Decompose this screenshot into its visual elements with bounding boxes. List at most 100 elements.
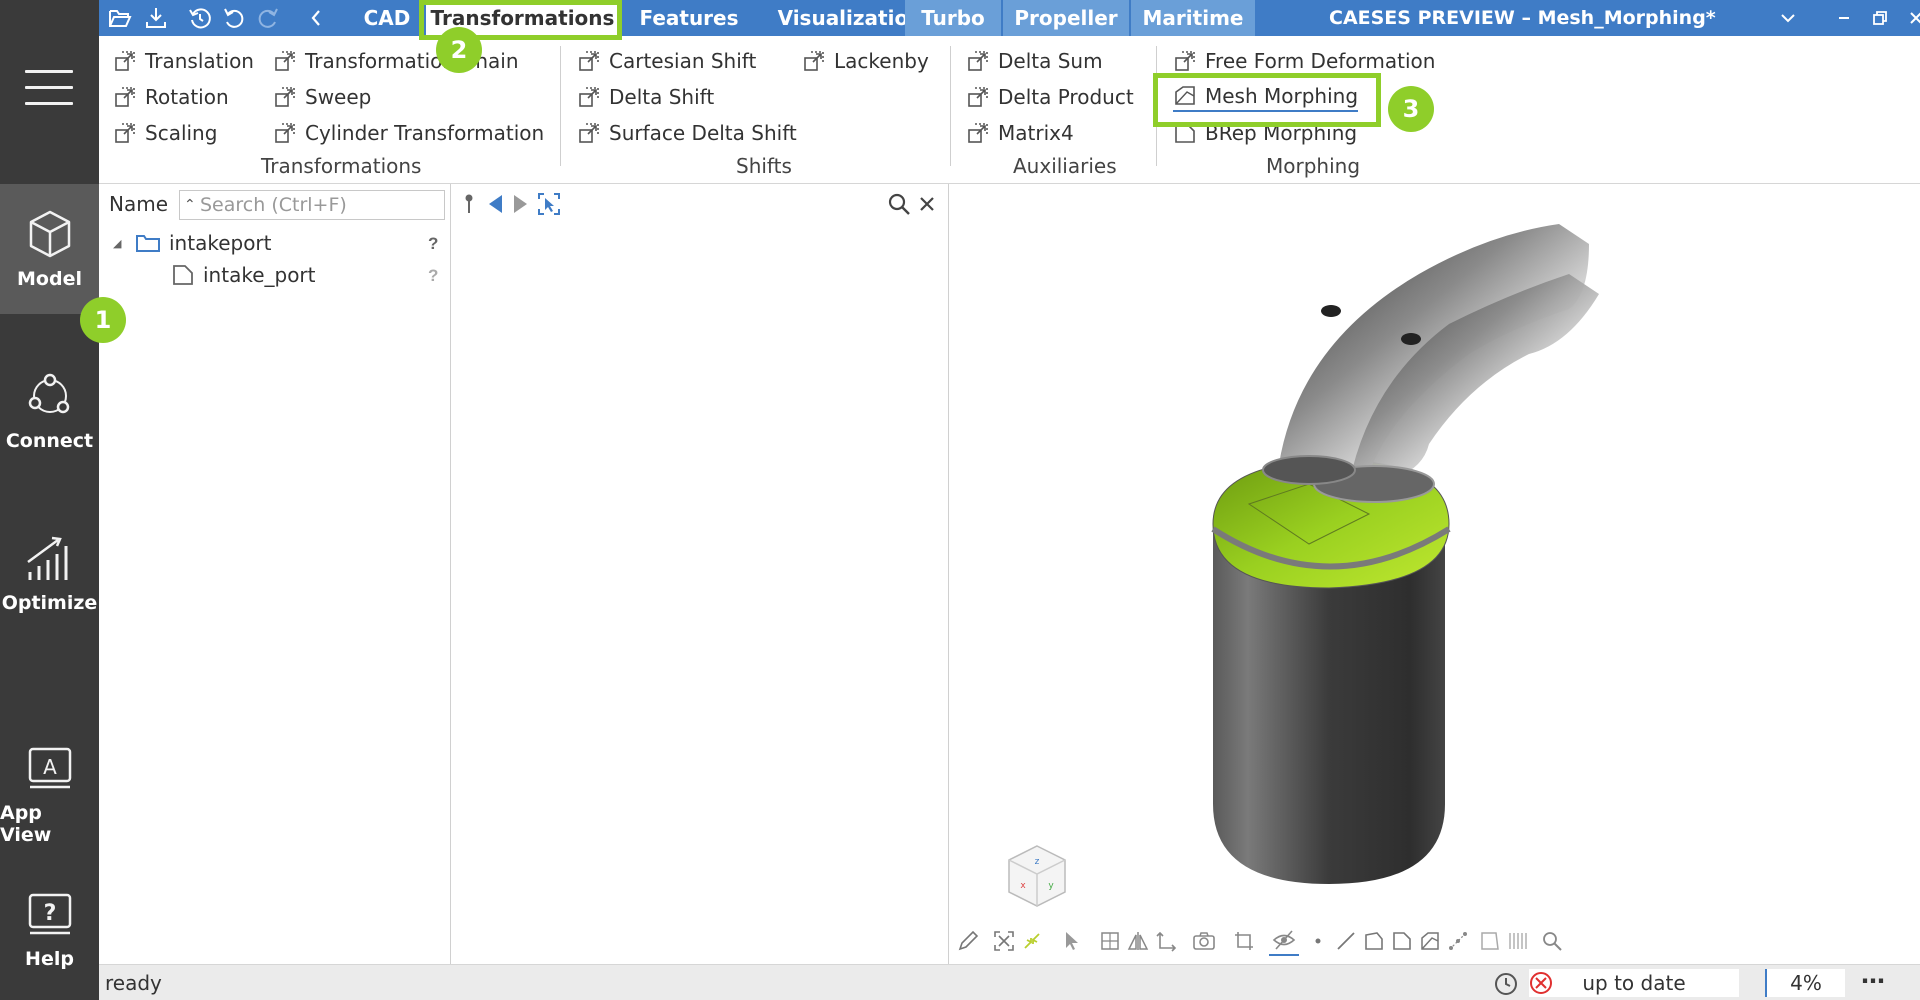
tab-features[interactable]: Features [623,0,755,36]
redo-icon[interactable] [255,5,281,31]
more-options-icon[interactable]: ⋯ [1861,967,1885,996]
chart-bars-icon [24,532,76,584]
tab-propeller[interactable]: Propeller [1003,0,1129,36]
translation-button[interactable]: Translation [113,46,254,76]
surface-delta-shift-button[interactable]: Surface Delta Shift [577,118,797,148]
pin-icon[interactable] [455,190,483,218]
lines-icon[interactable] [1503,926,1533,956]
back-arrow-icon[interactable] [481,190,509,218]
open-folder-icon[interactable] [107,5,133,31]
forward-arrow-icon[interactable] [507,190,535,218]
point-chain-icon[interactable] [1443,926,1473,956]
crop-icon[interactable] [1229,926,1259,956]
transform-tool-icon [968,51,988,71]
history-clock-icon[interactable] [1493,971,1519,1000]
transform-tool-icon [1175,51,1195,71]
panel-icon[interactable] [1475,926,1505,956]
tab-turbo[interactable]: Turbo [905,0,1001,36]
save-download-icon[interactable] [143,5,169,31]
hamburger-menu-icon[interactable] [25,70,73,110]
sweep-button[interactable]: Sweep [273,82,371,112]
fit-all-icon[interactable] [989,926,1019,956]
sidebar-item-help[interactable]: ? Help [0,864,99,994]
title-bar: CAD Transformations Features Visualizati… [99,0,1920,36]
search-input[interactable]: ⌃ Search (Ctrl+F) [179,190,445,220]
node-status-mark: ? [428,266,439,285]
delta-product-button[interactable]: Delta Product [966,82,1134,112]
chevron-left-icon[interactable] [303,5,329,31]
orientation-cube-icon[interactable]: z x y [1005,842,1069,912]
zoom-icon[interactable] [1537,926,1567,956]
cylinder-transformation-button[interactable]: Cylinder Transformation [273,118,544,148]
transform-tool-icon [968,87,988,107]
select-pointer-icon[interactable] [1057,926,1087,956]
history-icon[interactable] [187,5,213,31]
zoom-level[interactable]: 4% [1765,969,1845,997]
collapse-triangle-icon[interactable]: ◢ [113,237,131,250]
curve-filter-icon[interactable] [1331,926,1361,956]
mirror-icon[interactable] [1123,926,1153,956]
rotation-button[interactable]: Rotation [113,82,229,112]
tree-node-intakeport[interactable]: ◢ intakeport [113,228,272,258]
transform-tool-icon [579,123,599,143]
restore-icon[interactable] [1867,4,1893,32]
mesh-morph-icon [1175,86,1195,105]
sidebar-item-optimize[interactable]: Optimize [0,508,99,638]
left-sidebar: Model Connect Optimize A App View ? Help [0,0,99,1000]
tab-maritime[interactable]: Maritime [1131,0,1255,36]
section-plane-icon[interactable] [1095,926,1125,956]
brep-morphing-button[interactable]: BRep Morphing [1173,118,1357,148]
mesh-morphing-button[interactable]: Mesh Morphing [1173,82,1359,112]
cartesian-shift-button[interactable]: Cartesian Shift [577,46,756,76]
point-filter-icon[interactable] [1303,926,1333,956]
ribbon-item-label: Delta Shift [609,85,715,109]
lackenby-button[interactable]: Lackenby [802,46,929,76]
pencil-icon[interactable] [953,926,983,956]
mesh-filter-icon[interactable] [1415,926,1445,956]
transform-tool-icon [115,51,135,71]
free-form-deformation-button[interactable]: Free Form Deformation [1173,46,1435,76]
delta-shift-button[interactable]: Delta Shift [577,82,714,112]
scaling-button[interactable]: Scaling [113,118,217,148]
sidebar-item-label: Help [25,948,74,970]
group-label-morphing: Morphing [1266,154,1361,178]
sidebar-item-label: Model [17,268,82,290]
brep-filter-icon[interactable] [1387,926,1417,956]
transform-tool-icon [275,123,295,143]
surface-filter-icon[interactable] [1359,926,1389,956]
chevron-up-icon[interactable]: ⌃ [184,191,196,219]
callout-badge-1: 1 [80,297,126,343]
sidebar-item-model[interactable]: Model [0,184,99,314]
chevron-down-icon[interactable] [1775,4,1801,32]
tree-name-header: Name [109,192,169,216]
tree-node-label: intake_port [203,263,316,287]
brep-morph-icon [1175,123,1195,143]
window-title: CAESES PREVIEW – Mesh_Morphing* [1329,7,1716,29]
ribbon-divider [1156,46,1157,166]
group-label-transformations: Transformations [261,154,422,178]
visibility-icon[interactable] [1269,926,1299,956]
undo-icon[interactable] [221,5,247,31]
intake-port-model[interactable] [949,184,1920,964]
close-icon[interactable] [913,190,941,218]
search-icon[interactable] [885,190,913,218]
3d-viewport[interactable]: z x y [949,184,1920,964]
axis-icon[interactable] [1151,926,1181,956]
transform-tool-icon [579,87,599,107]
matrix4-button[interactable]: Matrix4 [966,118,1074,148]
select-in-view-icon[interactable] [535,190,563,218]
sidebar-item-app-view[interactable]: A App View [0,718,99,848]
sidebar-item-connect[interactable]: Connect [0,346,99,476]
ribbon-item-label: Free Form Deformation [1205,49,1436,73]
help-icon: ? [24,888,76,940]
cancel-icon[interactable] [1529,971,1553,1000]
delta-sum-button[interactable]: Delta Sum [966,46,1103,76]
tree-node-intake-port[interactable]: intake_port [171,260,316,290]
tab-cad[interactable]: CAD [347,0,427,36]
ribbon-item-label: Lackenby [834,49,929,73]
ribbon-item-label: BRep Morphing [1205,121,1358,145]
fit-selection-icon[interactable] [1017,926,1047,956]
close-window-icon[interactable] [1903,4,1920,32]
minimize-icon[interactable] [1831,4,1857,32]
camera-icon[interactable] [1189,926,1219,956]
